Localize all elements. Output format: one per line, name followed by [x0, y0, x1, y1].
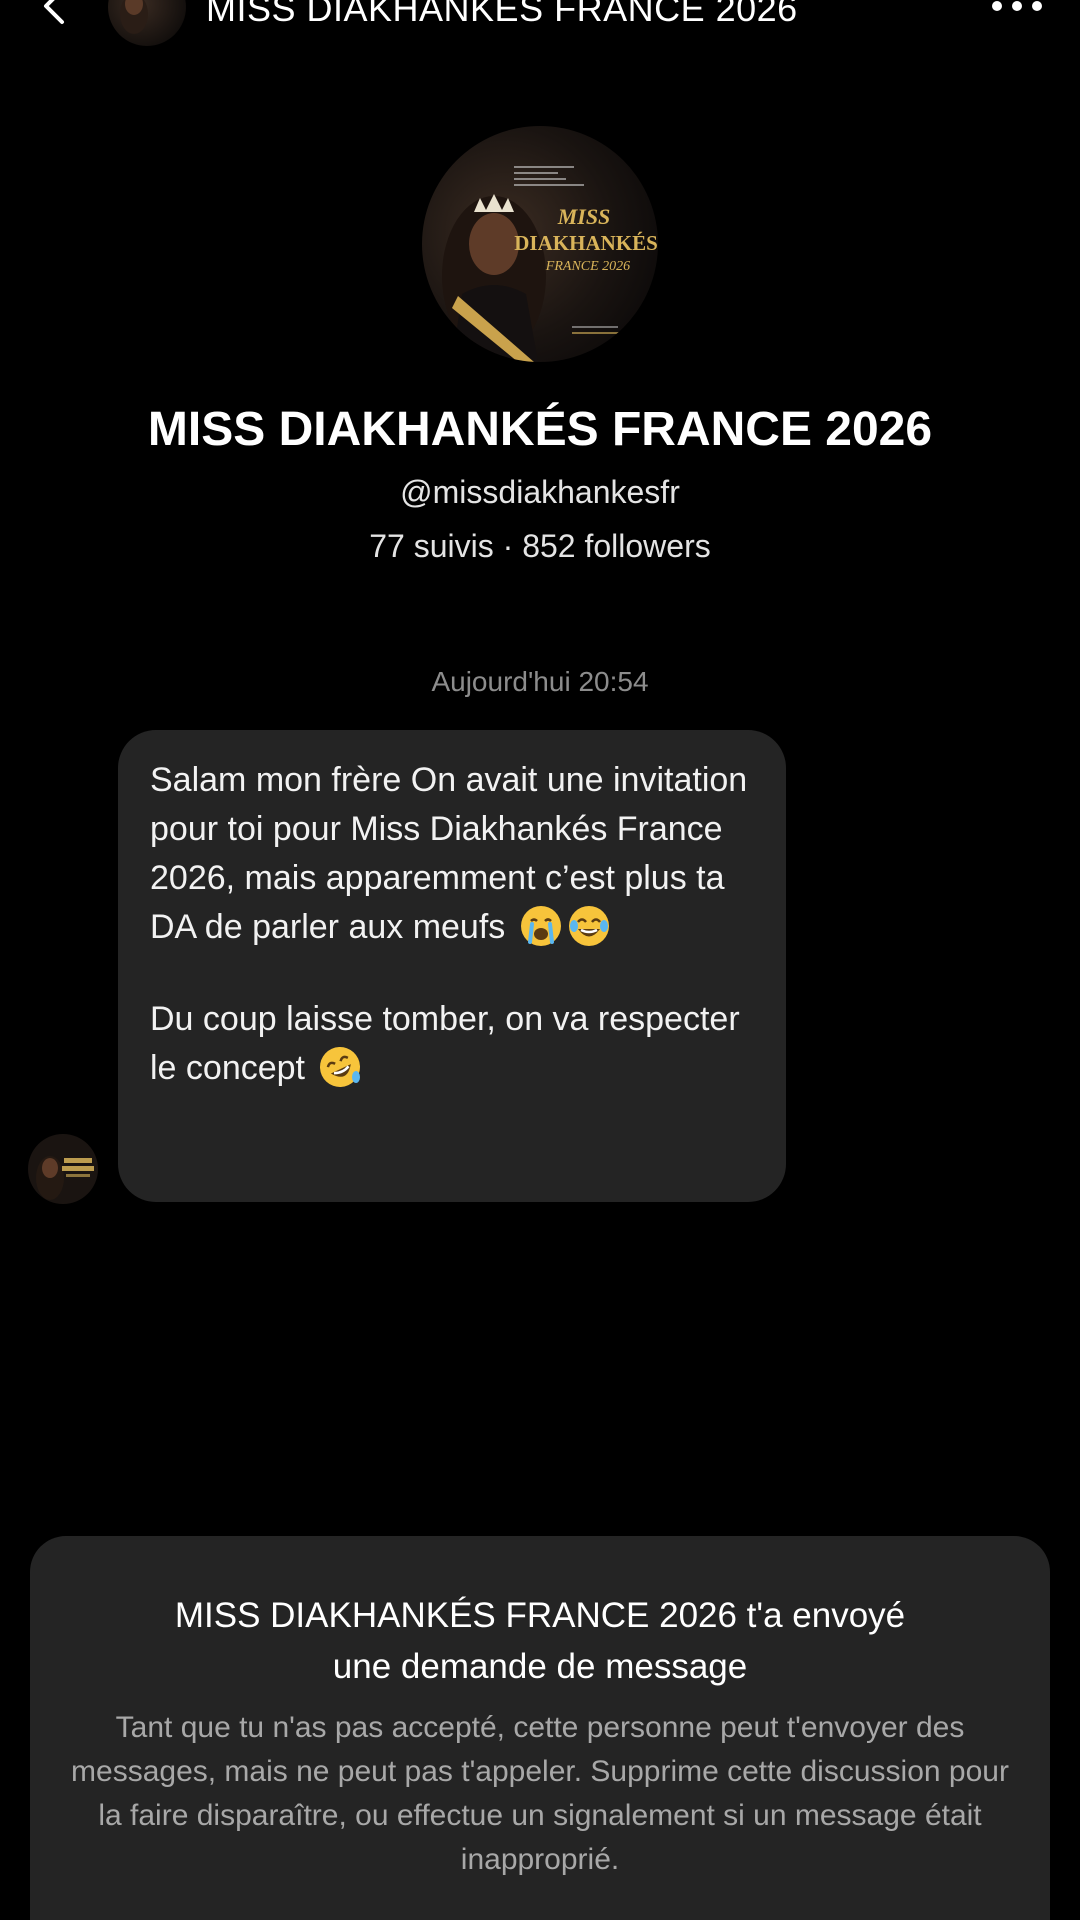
message-paragraph-2: Du coup laisse tomber, on va respecter l…: [150, 995, 754, 1093]
avatar-image: [108, 0, 186, 46]
rolling-laughing-emoji-icon: [320, 1047, 361, 1087]
sender-avatar[interactable]: [28, 1134, 98, 1204]
more-options-button[interactable]: [992, 0, 1042, 16]
profile-avatar[interactable]: MISS DIAKHANKÉS FRANCE 2026: [422, 126, 658, 362]
crying-face-emoji-icon: [520, 906, 561, 946]
message-timestamp: Aujourd'hui 20:54: [431, 666, 649, 697]
chat-screen: MISS DIAKHANKÉS FRANCE 2026 MISS DIAKHAN…: [0, 0, 1080, 1920]
profile-picture: MISS DIAKHANKÉS FRANCE 2026: [422, 126, 658, 362]
svg-text:FRANCE 2026: FRANCE 2026: [545, 259, 630, 274]
profile-name: MISS DIAKHANKÉS FRANCE 2026: [147, 403, 933, 456]
chat-header: MISS DIAKHANKÉS FRANCE 2026: [0, 0, 1080, 48]
message-bubble[interactable]: Salam mon frère On avait une invitation …: [118, 730, 786, 1202]
back-button[interactable]: [36, 0, 76, 26]
message-request-panel: MISS DIAKHANKÉS FRANCE 2026 t'a envoyé u…: [30, 1536, 1050, 1920]
svg-text:MISS: MISS: [557, 204, 611, 229]
header-avatar[interactable]: [108, 0, 186, 46]
svg-text:DIAKHANKÉS: DIAKHANKÉS: [514, 231, 658, 255]
profile-stats: 77 suivis · 852 followers: [369, 528, 711, 564]
profile-handle: @missdiakhankesfr: [400, 474, 680, 510]
header-title[interactable]: MISS DIAKHANKÉS FRANCE 2026: [206, 0, 798, 30]
request-title: MISS DIAKHANKÉS FRANCE 2026 t'a envoyé u…: [174, 1596, 906, 1686]
more-horizontal-icon: [992, 1, 1002, 11]
tears-of-joy-emoji-icon: [568, 906, 609, 946]
message-paragraph-1: Salam mon frère On avait une invitation …: [150, 761, 748, 946]
request-description: Tant que tu n'as pas accepté, cette pers…: [71, 1711, 1009, 1876]
sender-avatar-image: [28, 1134, 98, 1204]
chevron-left-icon: [44, 0, 64, 24]
